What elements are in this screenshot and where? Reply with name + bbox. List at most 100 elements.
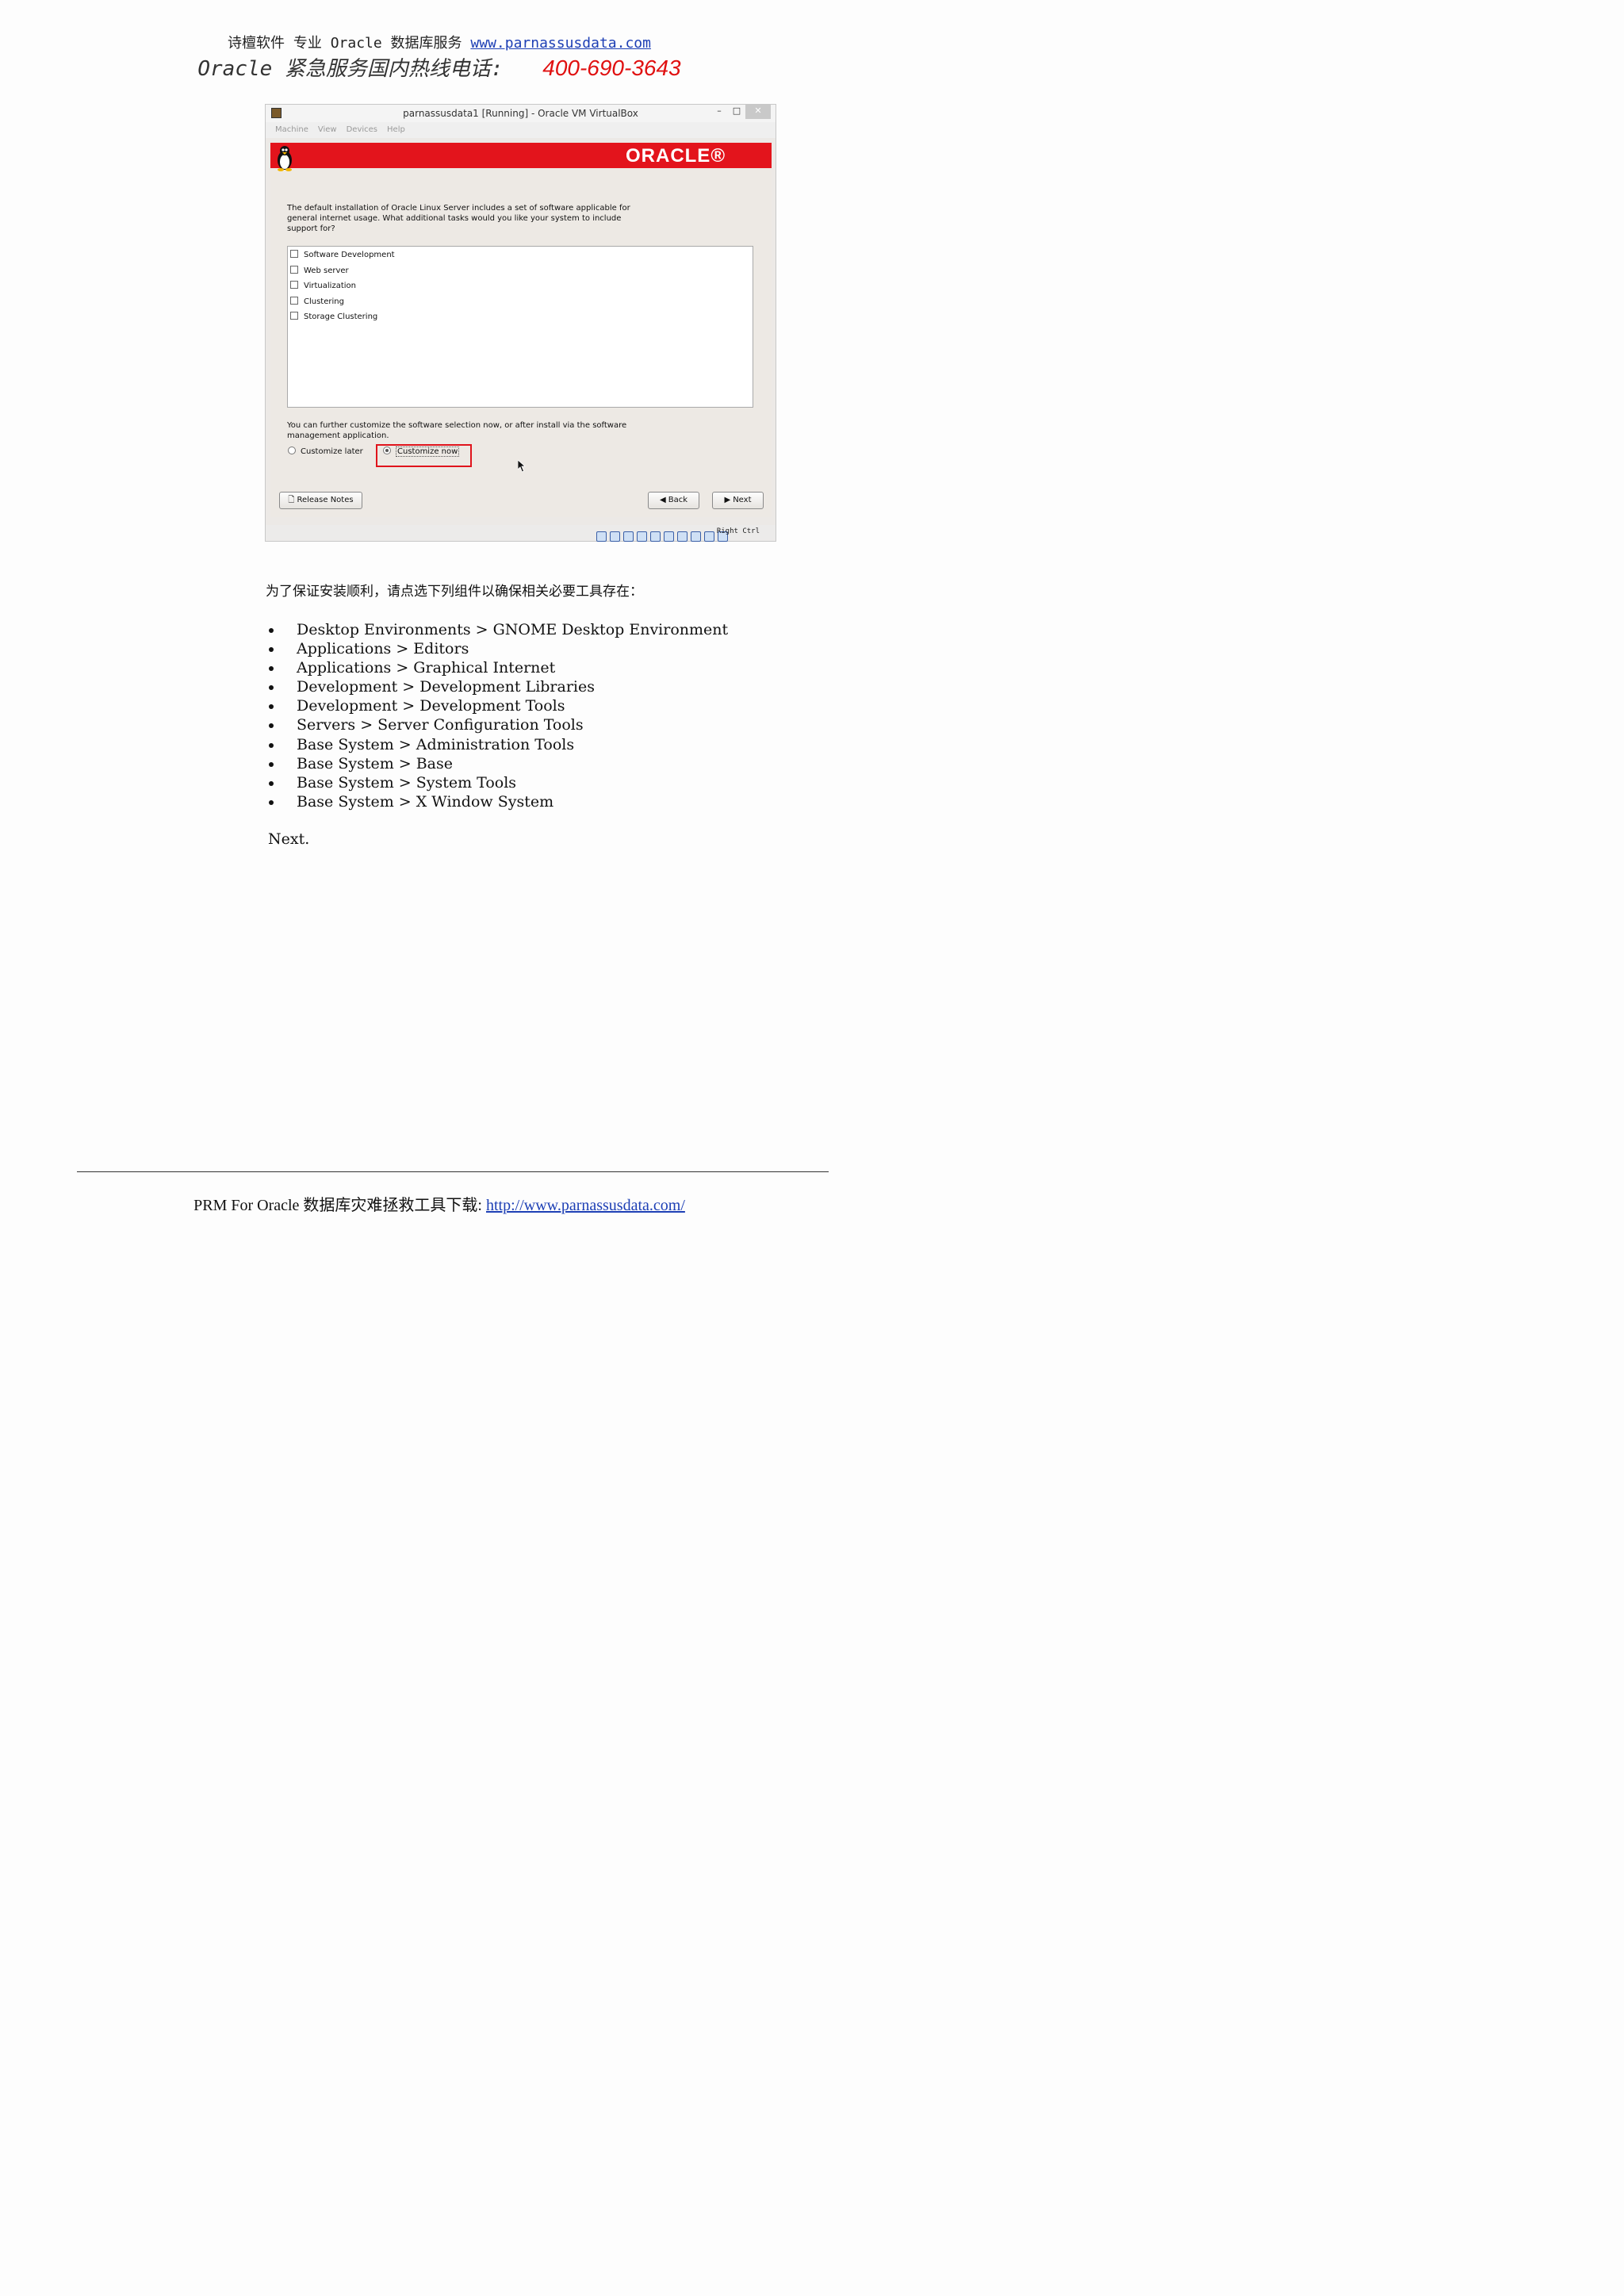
list-item-text: Development > Development Libraries	[297, 678, 595, 696]
list-item-text: Base System > Base	[297, 754, 454, 772]
list-item: Development > Development Tools	[266, 696, 728, 715]
component-list: Desktop Environments > GNOME Desktop Env…	[266, 620, 728, 811]
list-item-text: Development > Development Tools	[297, 697, 565, 715]
virtualbox-window: parnassusdata1 [Running] - Oracle VM Vir…	[265, 104, 776, 542]
bullet-icon	[269, 799, 274, 805]
cd-icon[interactable]	[610, 531, 620, 542]
oracle-logo: ORACLE®	[625, 145, 726, 167]
network-icon[interactable]	[637, 531, 647, 542]
checkbox[interactable]	[290, 250, 298, 258]
bullet-icon	[269, 685, 274, 691]
installer-screen: ORACLE® The default installation of Orac…	[270, 143, 772, 517]
header-hotline-text: Oracle 紧急服务国内热线电话:	[197, 57, 516, 81]
radio-indicator[interactable]	[288, 447, 296, 454]
task-label: Virtualization	[304, 282, 356, 290]
minimize-icon[interactable]: –	[714, 105, 725, 119]
task-label: Clustering	[304, 297, 344, 306]
checkbox[interactable]	[290, 312, 298, 320]
vrde-icon[interactable]	[677, 531, 688, 542]
highlight-box	[376, 444, 472, 467]
list-item: Base System > System Tools	[266, 773, 728, 792]
bullet-icon	[269, 723, 274, 729]
list-item-text: Base System > X Window System	[297, 792, 554, 811]
list-item-text: Applications > Editors	[297, 640, 469, 658]
bullet-icon	[269, 647, 274, 653]
bullet-icon	[269, 666, 274, 672]
task-option-storage-clustering[interactable]: Storage Clustering	[290, 312, 377, 323]
list-item: Desktop Environments > GNOME Desktop Env…	[266, 620, 728, 639]
release-notes-label: Release Notes	[297, 496, 354, 504]
list-item: Applications > Editors	[266, 639, 728, 658]
header-company-text: 诗檀软件 专业 Oracle 数据库服务	[228, 35, 471, 52]
back-label: Back	[668, 496, 688, 504]
status-icons	[593, 528, 728, 543]
menu-devices[interactable]: Devices	[347, 125, 377, 134]
task-label: Web server	[304, 266, 349, 275]
task-option-clustering[interactable]: Clustering	[290, 296, 344, 308]
list-item-text: Desktop Environments > GNOME Desktop Env…	[297, 621, 729, 638]
release-notes-button[interactable]: 🗋 Release Notes	[279, 492, 362, 509]
virtualbox-titlebar: parnassusdata1 [Running] - Oracle VM Vir…	[266, 105, 776, 122]
header-website-link[interactable]: www.parnassusdata.com	[470, 35, 651, 52]
footer-download-link[interactable]: http://www.parnassusdata.com/	[486, 1197, 685, 1214]
mouse-integration-icon[interactable]	[704, 531, 714, 542]
virtualbox-statusbar: Right Ctrl	[266, 525, 776, 543]
maximize-icon[interactable]: □	[731, 105, 742, 119]
disk-icon[interactable]	[596, 531, 607, 542]
footer-divider	[77, 1171, 829, 1172]
host-key-label: Right Ctrl	[716, 527, 760, 535]
next-button[interactable]: ▶ Next	[712, 492, 764, 509]
menu-machine[interactable]: Machine	[275, 125, 308, 134]
menu-view[interactable]: View	[318, 125, 337, 134]
arrow-left-icon: ◀	[660, 496, 666, 504]
list-item: Servers > Server Configuration Tools	[266, 715, 728, 734]
task-selection-list: Software Development Web server Virtuali…	[287, 246, 753, 408]
list-item-text: Base System > System Tools	[297, 773, 517, 792]
list-item-text: Applications > Graphical Internet	[297, 659, 556, 677]
bullet-icon	[269, 761, 274, 767]
arrow-right-icon: ▶	[724, 496, 731, 504]
list-item: Applications > Graphical Internet	[266, 658, 728, 677]
list-item: Base System > Administration Tools	[266, 735, 728, 754]
virtualbox-menubar: Machine View Devices Help	[266, 122, 776, 138]
header-hotline-line: Oracle 紧急服务国内热线电话: 400-690-3643	[0, 52, 879, 82]
list-item: Base System > Base	[266, 754, 728, 773]
task-label: Storage Clustering	[304, 312, 378, 321]
bullet-icon	[269, 780, 274, 786]
next-label: Next	[733, 496, 752, 504]
bullet-icon	[269, 704, 274, 710]
bullet-icon	[269, 628, 274, 633]
task-option-software-development[interactable]: Software Development	[290, 250, 395, 261]
task-option-virtualization[interactable]: Virtualization	[290, 281, 356, 292]
checkbox[interactable]	[290, 265, 298, 274]
footer-text: PRM For Oracle 数据库灾难拯救工具下载:	[193, 1197, 486, 1214]
close-icon[interactable]: ✕	[745, 105, 771, 119]
radio-customize-later[interactable]: Customize later	[288, 447, 363, 458]
oracle-banner: ORACLE®	[270, 143, 772, 171]
tux-penguin-icon	[278, 146, 292, 171]
list-item-text: Base System > Administration Tools	[297, 735, 575, 753]
usb-icon[interactable]	[623, 531, 634, 542]
display-icon[interactable]	[664, 531, 674, 542]
install-intro-text: The default installation of Oracle Linux…	[287, 204, 630, 233]
task-option-web-server[interactable]: Web server	[290, 265, 349, 277]
header-phone-number: 400-690-3643	[542, 56, 681, 80]
mouse-cursor-icon	[518, 460, 526, 473]
virtualbox-app-icon	[271, 108, 282, 118]
window-title: parnassusdata1 [Running] - Oracle VM Vir…	[403, 108, 638, 119]
footer: PRM For Oracle 数据库灾难拯救工具下载: http://www.p…	[0, 1192, 879, 1215]
shared-folder-icon[interactable]	[650, 531, 661, 542]
menu-help[interactable]: Help	[387, 125, 405, 134]
radio-label: Customize later	[301, 447, 363, 456]
customize-hint-text: You can further customize the software s…	[287, 421, 627, 440]
list-item-text: Servers > Server Configuration Tools	[297, 716, 584, 734]
checkbox[interactable]	[290, 296, 298, 305]
back-button[interactable]: ◀ Back	[648, 492, 699, 509]
list-item: Base System > X Window System	[266, 792, 728, 811]
component-intro-text: 为了保证安装顺利，请点选下列组件以确保相关必要工具存在：	[266, 584, 643, 600]
capture-icon[interactable]	[691, 531, 701, 542]
header-company-line: 诗檀软件 专业 Oracle 数据库服务 www.parnassusdata.c…	[0, 32, 879, 52]
document-icon: 🗋	[288, 496, 295, 504]
bullet-icon	[269, 742, 274, 748]
checkbox[interactable]	[290, 281, 298, 289]
